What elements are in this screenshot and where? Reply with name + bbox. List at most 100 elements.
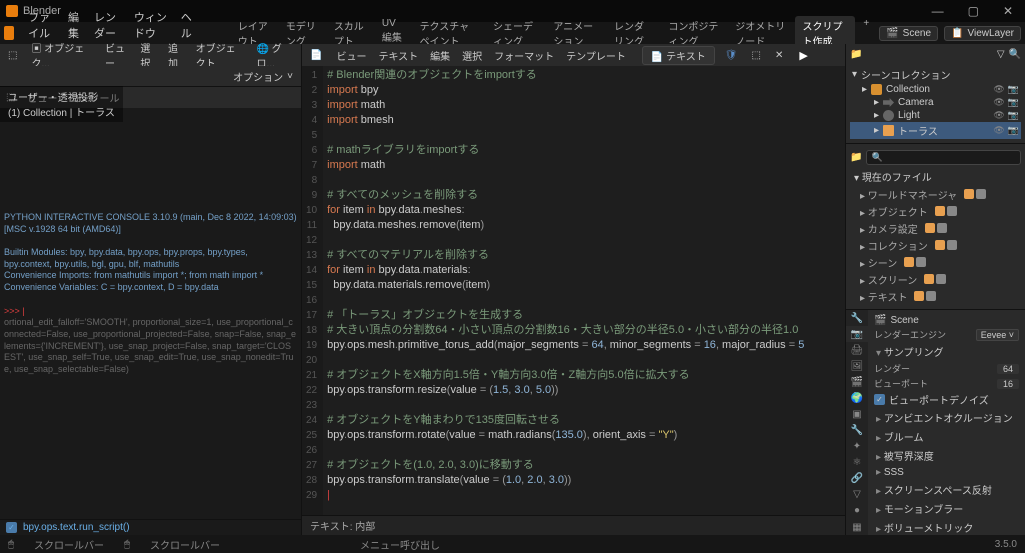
blender-logo-icon[interactable]	[4, 26, 14, 40]
tab-tool[interactable]: 🔧	[846, 310, 868, 326]
scene-collection-row[interactable]: ▾シーンコレクション	[850, 66, 1021, 83]
run-script-button[interactable]: ▶	[793, 49, 813, 62]
outliner-header: 📁 ▽ 🔍	[846, 44, 1025, 64]
texteditor-type-icon[interactable]: 📄	[306, 49, 326, 62]
tab-material[interactable]: ●	[846, 503, 868, 519]
tab-texture[interactable]: ▦	[846, 519, 868, 535]
outliner-item[interactable]: ▸トーラス👁📷	[850, 122, 1021, 139]
te-menu[interactable]: フォーマット	[490, 47, 558, 64]
te-menu[interactable]: 編集	[426, 47, 454, 64]
data-category[interactable]: ▸ スクリーン	[850, 271, 1021, 288]
outliner-item[interactable]: ▸Camera👁📷	[850, 96, 1021, 109]
viewlayer-selector[interactable]: 📋 ViewLayer	[944, 26, 1021, 41]
property-panel-header[interactable]: SSS	[872, 465, 1021, 480]
data-category[interactable]: ▸ シーン	[850, 254, 1021, 271]
tab-object[interactable]: ▣	[846, 406, 868, 422]
status-mouse-icon: 🖱	[8, 539, 14, 550]
options-dropdown[interactable]: オプション	[233, 69, 283, 84]
scene-selector[interactable]: 🎬 Scene	[879, 26, 938, 41]
data-category[interactable]: ▸ オブジェクト	[850, 203, 1021, 220]
console-history: ortional_edit_falloff='SMOOTH', proporti…	[4, 317, 297, 375]
console-vars: Convenience Variables: C = bpy.context, …	[4, 282, 297, 294]
outliner: 📁 ▽ 🔍 ▾シーンコレクション ▸Collection👁📷▸Camera👁📷▸…	[846, 44, 1025, 144]
render-samples-label: レンダー	[874, 362, 993, 375]
search-icon[interactable]: 🔍	[1009, 49, 1021, 60]
current-file-label: ▾ 現在のファイル	[850, 167, 1021, 186]
info-last-command: ✓ bpy.ops.text.run_script()	[0, 519, 301, 535]
tab-physics[interactable]: ⚛	[846, 455, 868, 471]
property-panel-header[interactable]: モーションブラー	[872, 499, 1021, 518]
statusbar: 🖱 スクロールバー 🖱 スクロールバー メニュー呼び出し 3.5.0	[0, 535, 1025, 553]
scene-breadcrumb: 🎬 Scene	[872, 314, 1021, 327]
tab-viewlayer[interactable]: 🖼	[846, 358, 868, 374]
render-engine-select[interactable]: Eevee ˅	[976, 329, 1019, 341]
minimize-button[interactable]: —	[926, 4, 950, 18]
maximize-button[interactable]: ▢	[962, 4, 985, 18]
tab-world[interactable]: 🌍	[846, 390, 868, 406]
last-command-text: bpy.ops.text.run_script()	[23, 522, 130, 533]
tab-render[interactable]: 📷	[846, 326, 868, 342]
python-console[interactable]: PYTHON INTERACTIVE CONSOLE 3.10.9 (main,…	[0, 108, 301, 519]
render-engine-label: レンダーエンジン	[874, 328, 972, 341]
code-body[interactable]: # Blender関連のオブジェクトをimportするimport bpyimp…	[323, 66, 845, 515]
filter-icon[interactable]: ▽	[997, 49, 1005, 60]
data-category[interactable]: ▸ コレクション	[850, 237, 1021, 254]
tab-modifier[interactable]: 🔧	[846, 423, 868, 439]
render-samples-value[interactable]: 64	[997, 364, 1019, 374]
new-text-button[interactable]: ⬚	[748, 49, 765, 62]
te-menu[interactable]: テンプレート	[562, 47, 630, 64]
view-projection-label: ユーザー・透視投影	[8, 89, 115, 104]
data-category[interactable]: ▸ ワールドマネージャ	[850, 186, 1021, 203]
close-button[interactable]: ✕	[997, 4, 1019, 18]
properties-panel: 🔧 📷 🖨 🖼 🎬 🌍 ▣ 🔧 ✦ ⚛ 🔗 ▽ ● ▦ 🎬 Scene レンダー…	[846, 310, 1025, 535]
data-category[interactable]: ▸ カメラ設定	[850, 220, 1021, 237]
shield-icon[interactable]: 🛡	[721, 49, 742, 62]
te-menu[interactable]: テキスト	[374, 47, 422, 64]
console-header: PYTHON INTERACTIVE CONSOLE 3.10.9 (main,…	[4, 212, 297, 235]
outliner-tree[interactable]: ▾シーンコレクション ▸Collection👁📷▸Camera👁📷▸Light👁…	[846, 64, 1025, 141]
blender-icon	[6, 5, 18, 17]
window-controls: — ▢ ✕	[926, 4, 1019, 18]
data-category[interactable]: ▸ テキスト	[850, 288, 1021, 305]
outliner-item[interactable]: ▸Collection👁📷	[850, 83, 1021, 96]
status-menu-call: メニュー呼び出し	[360, 537, 440, 552]
viewport-header: ⬚ ▣ オブジェク... ビュー選択追加オブジェクト 🌐 グロ...	[0, 44, 301, 66]
unlink-text-button[interactable]: ✕	[771, 49, 787, 62]
version-label: 3.5.0	[995, 539, 1017, 550]
status-mouse-icon-2: 🖱	[124, 539, 130, 550]
viewport-info: ユーザー・透視投影 (1) Collection | トーラス	[0, 86, 123, 122]
viewport-samples-label: ビューポート	[874, 377, 993, 390]
outliner-type-icon[interactable]: 📁	[850, 49, 862, 60]
viewport-samples-value[interactable]: 16	[997, 379, 1019, 389]
text-datablock-selector[interactable]: 📄 テキスト	[642, 46, 715, 65]
tab-particle[interactable]: ✦	[846, 439, 868, 455]
line-number-gutter: 1234567891011121314151617181920212223242…	[302, 66, 323, 515]
status-scroll2: スクロールバー	[150, 537, 220, 552]
tab-data[interactable]: ▽	[846, 487, 868, 503]
console-prompt: >>> |	[4, 306, 297, 318]
editor-type-icon[interactable]: ⬚	[4, 49, 21, 62]
code-editor[interactable]: 1234567891011121314151617181920212223242…	[302, 66, 845, 515]
denoise-checkbox[interactable]: ✓	[874, 394, 885, 405]
texteditor-footer: テキスト: 内部	[302, 515, 845, 535]
te-menu[interactable]: ビュー	[332, 47, 370, 64]
console-builtins: Builtin Modules: bpy, bpy.data, bpy.ops,…	[4, 247, 297, 270]
viewport-options-row: オプション ˅	[0, 66, 301, 86]
status-scroll1: スクロールバー	[34, 537, 104, 552]
property-panel-header[interactable]: スクリーンスペース反射	[872, 480, 1021, 499]
property-panel-header[interactable]: 被写界深度	[872, 446, 1021, 465]
data-search-input[interactable]: 🔍	[866, 150, 1021, 165]
texteditor-header: 📄 ビューテキスト編集選択フォーマットテンプレート 📄 テキスト 🛡 ⬚ ✕ ▶	[302, 44, 845, 66]
property-panel-header[interactable]: アンビエントオクルージョン	[872, 408, 1021, 427]
property-panel-header[interactable]: ボリューメトリック	[872, 518, 1021, 535]
console-imports: Convenience Imports: from mathutils impo…	[4, 270, 297, 282]
tab-scene[interactable]: 🎬	[846, 374, 868, 390]
denoise-label: ビューポートデノイズ	[889, 392, 989, 407]
sampling-panel-header[interactable]: サンプリング	[872, 342, 1021, 361]
te-menu[interactable]: 選択	[458, 47, 486, 64]
tab-output[interactable]: 🖨	[846, 342, 868, 358]
property-panel-header[interactable]: ブルーム	[872, 427, 1021, 446]
tab-constraint[interactable]: 🔗	[846, 471, 868, 487]
databrowser-type-icon[interactable]: 📁	[850, 152, 862, 163]
outliner-item[interactable]: ▸Light👁📷	[850, 109, 1021, 122]
